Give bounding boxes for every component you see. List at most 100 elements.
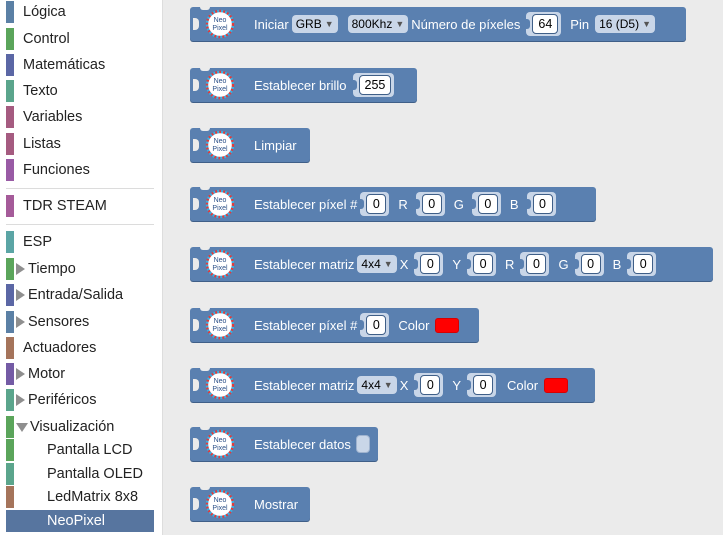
category-color-bar: [6, 54, 14, 76]
color-swatch[interactable]: [435, 317, 460, 333]
category-label: Tiempo: [28, 261, 76, 277]
neopixel-set-pixel-block[interactable]: Neo Pixel Establecer píxel # 0 R 0 G 0 B …: [190, 187, 596, 221]
neopixel-icon: NeoPixel: [205, 310, 235, 340]
color-swatch[interactable]: [544, 377, 569, 393]
color-order-dropdown[interactable]: GRB ▼: [291, 15, 338, 33]
neopixel-set-data-block[interactable]: Neo Pixel Establecer datos: [190, 427, 378, 461]
num-pixels-input[interactable]: 64: [526, 12, 562, 36]
category-visualizacion[interactable]: Visualización: [6, 415, 154, 439]
expand-arrow-icon[interactable]: [16, 368, 25, 380]
expand-arrow-icon[interactable]: [16, 263, 25, 275]
number-field[interactable]: 0: [473, 254, 494, 274]
neopixel-set-matrix-color-block[interactable]: Neo Pixel Establecer matriz 4x4 ▼ X 0 Y 0 …: [190, 368, 595, 402]
category-color-bar: [6, 337, 14, 359]
b-input[interactable]: 0: [627, 252, 657, 276]
category-label: Listas: [23, 136, 61, 152]
category-perifericos[interactable]: Periféricos: [6, 388, 154, 412]
category-color-bar: [6, 1, 14, 23]
category-tdr-steam[interactable]: TDR STEAM: [6, 194, 154, 218]
number-field[interactable]: 0: [580, 254, 601, 274]
number-field[interactable]: 0: [420, 254, 441, 274]
x-input[interactable]: 0: [414, 373, 444, 397]
g-input[interactable]: 0: [471, 192, 501, 216]
category-label: Sensores: [28, 314, 90, 330]
number-field[interactable]: 0: [526, 254, 547, 274]
b-input[interactable]: 0: [526, 192, 556, 216]
number-field[interactable]: 0: [421, 194, 442, 214]
matrix-size-dropdown[interactable]: 4x4 ▼: [357, 255, 397, 273]
chevron-down-icon: ▼: [642, 19, 652, 29]
r-input[interactable]: 0: [415, 192, 445, 216]
number-field[interactable]: 0: [366, 194, 387, 214]
frequency-dropdown[interactable]: 800Khz ▼: [347, 15, 409, 33]
category-texto[interactable]: Texto: [6, 79, 154, 103]
neopixel-set-pixel-color-block[interactable]: Neo Pixel Establecer píxel # 0 Color: [190, 308, 479, 342]
data-input-socket[interactable]: [355, 435, 370, 453]
neopixel-show-block[interactable]: Neo Pixel Mostrar: [190, 487, 310, 521]
category-actuadores[interactable]: Actuadores: [6, 336, 154, 360]
category-label: Control: [23, 31, 70, 47]
expand-arrow-icon[interactable]: [16, 316, 25, 328]
category-color-bar: [6, 416, 14, 438]
number-field[interactable]: 255: [358, 75, 392, 95]
r-label: R: [505, 256, 515, 272]
category-label: LedMatrix 8x8: [47, 489, 139, 505]
neopixel-icon: NeoPixel: [205, 489, 235, 519]
category-label: Entrada/Salida: [28, 287, 124, 303]
category-tiempo[interactable]: Tiempo: [6, 257, 154, 281]
category-pantalla-oled[interactable]: Pantalla OLED: [6, 462, 154, 486]
number-field[interactable]: 0: [473, 375, 494, 395]
color-label: Color: [398, 317, 430, 333]
category-control[interactable]: Control: [6, 27, 154, 51]
category-pantalla-lcd[interactable]: Pantalla LCD: [6, 438, 154, 462]
category-neopixel[interactable]: NeoPixel: [6, 510, 154, 532]
g-label: G: [453, 196, 464, 212]
expand-arrow-icon[interactable]: [16, 289, 25, 301]
category-label: Motor: [28, 366, 66, 382]
number-field[interactable]: 0: [633, 254, 654, 274]
number-field[interactable]: 0: [366, 315, 387, 335]
category-color-bar: [6, 231, 14, 253]
category-color-bar: [6, 463, 14, 485]
collapse-arrow-icon[interactable]: [16, 422, 28, 432]
category-esp[interactable]: ESP: [6, 230, 154, 254]
pin-dropdown[interactable]: 16 (D5) ▼: [595, 15, 656, 33]
y-input[interactable]: 0: [467, 252, 497, 276]
neopixel-clear-block[interactable]: Neo Pixel Limpiar: [190, 128, 310, 162]
number-field[interactable]: 0: [477, 194, 498, 214]
neopixel-brightness-block[interactable]: Neo Pixel Establecer brillo 255: [190, 68, 417, 102]
g-input[interactable]: 0: [574, 252, 604, 276]
category-funciones[interactable]: Funciones: [6, 158, 154, 182]
brightness-input[interactable]: 255: [352, 73, 395, 97]
category-sensores[interactable]: Sensores: [6, 310, 154, 334]
block-label: Establecer brillo: [254, 77, 347, 93]
x-label: X: [399, 377, 409, 393]
x-input[interactable]: 0: [414, 252, 444, 276]
pixel-index-input[interactable]: 0: [360, 192, 390, 216]
number-field[interactable]: 64: [532, 14, 559, 34]
category-label: TDR STEAM: [23, 198, 107, 214]
matrix-size-dropdown[interactable]: 4x4 ▼: [357, 376, 397, 394]
neopixel-init-block[interactable]: Neo Pixel Iniciar GRB ▼ 800Khz ▼ Número de …: [190, 7, 686, 41]
expand-arrow-icon[interactable]: [16, 394, 25, 406]
r-input[interactable]: 0: [520, 252, 550, 276]
category-matematicas[interactable]: Matemáticas: [6, 53, 154, 77]
pin-label: Pin: [570, 16, 590, 32]
category-motor[interactable]: Motor: [6, 362, 154, 386]
y-input[interactable]: 0: [467, 373, 497, 397]
number-field[interactable]: 0: [420, 375, 441, 395]
pixel-index-input[interactable]: 0: [360, 313, 390, 337]
number-field[interactable]: 0: [532, 194, 553, 214]
category-entrada-salida[interactable]: Entrada/Salida: [6, 283, 154, 307]
category-variables[interactable]: Variables: [6, 105, 154, 129]
category-logica[interactable]: Lógica: [6, 0, 154, 24]
category-listas[interactable]: Listas: [6, 132, 154, 156]
category-label: Actuadores: [23, 340, 97, 356]
category-ledmatrix[interactable]: LedMatrix 8x8: [6, 485, 154, 509]
neopixel-icon: NeoPixel: [205, 189, 235, 219]
neopixel-set-matrix-block[interactable]: Neo Pixel Establecer matriz 4x4 ▼ X 0 Y 0 …: [190, 247, 713, 281]
category-color-bar: [6, 159, 14, 181]
category-color-bar: [6, 28, 14, 50]
category-label: Visualización: [30, 419, 115, 435]
dropdown-value: 16 (D5): [599, 17, 640, 31]
